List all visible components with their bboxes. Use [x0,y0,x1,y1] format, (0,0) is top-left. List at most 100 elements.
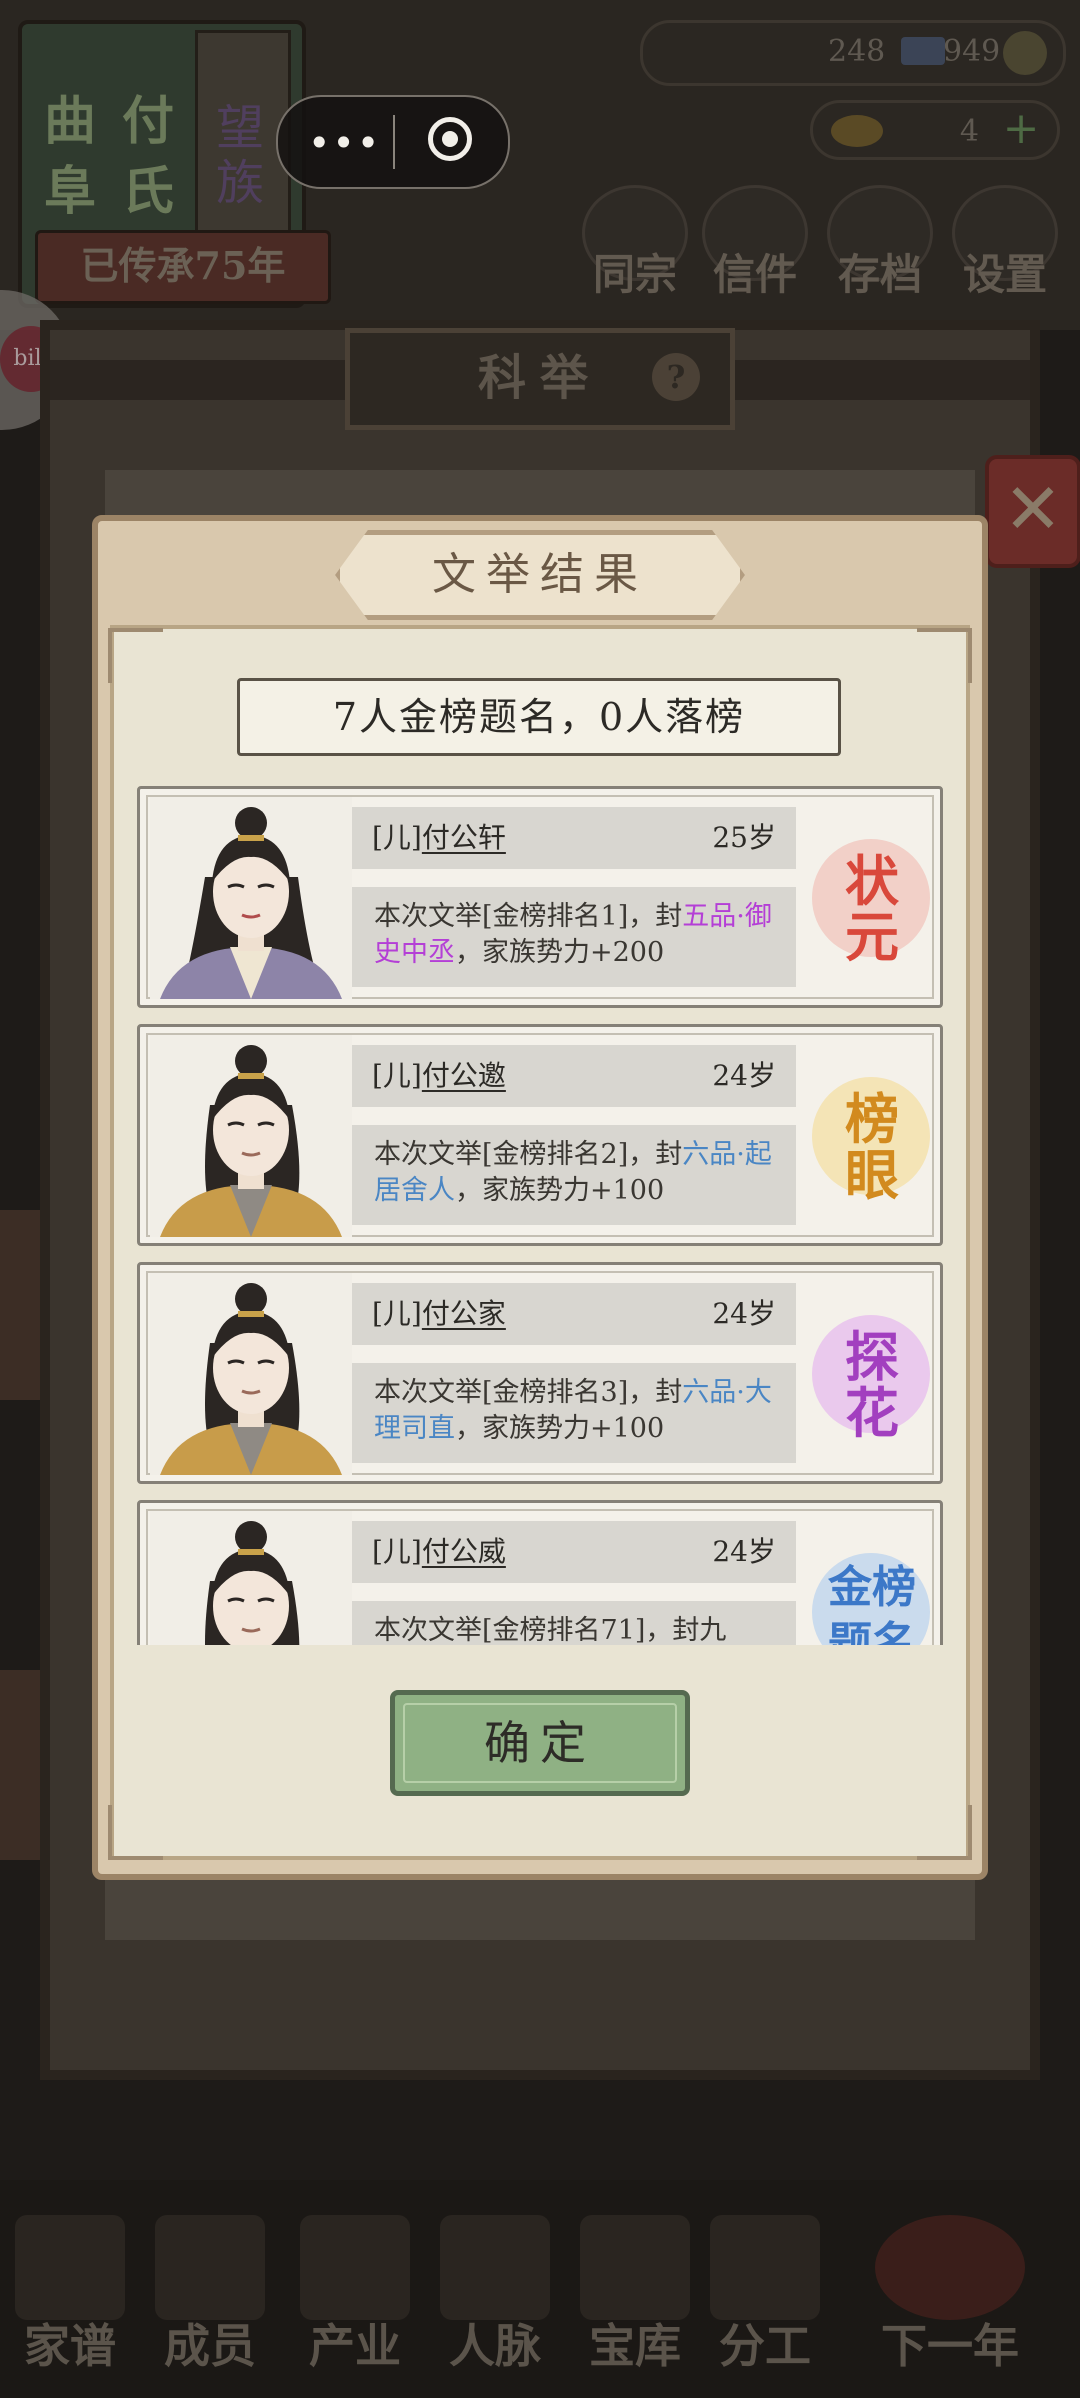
clan-char: 曲 [44,91,97,152]
member-name[interactable]: 付公轩 [422,821,506,854]
result-list[interactable]: [儿]付公轩 25岁 本次文举[金榜排名1]，封五品·御史中丞，家族势力+200 状元… [135,780,945,1645]
more-icon[interactable]: ••• [308,121,381,165]
result-card: [儿]付公威 24岁本次文举[金榜排名71]，封九 金榜题名 [137,1500,943,1645]
confirm-button[interactable]: 确定 [390,1690,690,1796]
gold-ingot-icon [831,115,883,147]
result-description: 本次文举[金榜排名71]，封九 [352,1601,796,1645]
bottom-nav-label: 宝库 [589,2319,681,2373]
relation-label: [儿] [372,821,422,854]
lantern-icon [875,2215,1025,2320]
money-count: 949 [943,34,1001,69]
member-age: 25岁 [712,821,776,854]
seal-char: 金榜 [828,1562,916,1613]
name-bar: [儿]付公轩 25岁 [352,807,796,869]
silver-icon [901,37,945,65]
result-card: [儿]付公轩 25岁本次文举[金榜排名1]，封五品·御史中丞，家族势力+200 状元 [137,786,943,1008]
bottom-nav-label: 成员 [164,2319,256,2373]
wechat-capsule: ••• [276,95,510,189]
portrait-avatar [150,1273,352,1475]
clan-char: 氏 [122,161,175,222]
treasury-icon [580,2215,690,2320]
side-tab [0,1210,40,1400]
member-name[interactable]: 付公家 [422,1297,506,1330]
relation-label: [儿] [372,1059,422,1092]
relation-label: [儿] [372,1535,422,1568]
result-card: [儿]付公邀 24岁 本次文举[金榜排名2]，封六品·起居舍人，家族势力+100 榜眼 [137,1024,943,1246]
bottom-nav-members[interactable]: 成员 [145,2215,275,2375]
nav-label: 信件 [712,250,797,299]
result-summary: 7人金榜题名，0人落榜 [237,678,841,756]
nav-label: 设置 [962,250,1047,299]
result-text: ，家族势力+200 [455,937,665,968]
name-bar: [儿]付公邀 24岁 [352,1045,796,1107]
inherit-years-label: 已传承75年 [35,230,331,304]
member-age: 24岁 [712,1535,776,1568]
nav-clan[interactable]: 同宗 [580,185,690,299]
result-card: [儿]付公家 24岁本次文举[金榜排名3]，封六品·大理司直，家族势力+100 探花 [137,1262,943,1484]
bottom-nav-connections[interactable]: 人脉 [430,2215,560,2375]
bottom-nav-property[interactable]: 产业 [290,2215,420,2375]
seal-char: 元 [845,905,899,969]
nav-letters[interactable]: 信件 [700,185,810,299]
genealogy-icon [15,2215,125,2320]
add-gold-icon[interactable]: + [999,107,1043,153]
result-text: 本次文举[金榜排名1]，封 [374,901,683,932]
modal-title: 文举结果 [432,549,648,600]
bottom-nav-label: 产业 [309,2319,401,2373]
bottom-nav-label: 下一年 [881,2319,1019,2373]
rank-seal: 榜眼 [808,1069,936,1209]
portrait-avatar [150,797,352,999]
gold-count: 4 [959,114,979,149]
close-icon[interactable]: ✕ [985,455,1080,568]
corner-ornament [917,628,972,683]
relation-label: [儿] [372,1297,422,1330]
close-miniprogram-icon[interactable] [428,117,472,161]
currency-bar: 248 949 [640,20,1066,86]
page-title-text: 科举 [477,350,602,406]
bottom-nav-assignments[interactable]: 分工 [700,2215,830,2375]
coin-count: 248 [828,34,886,69]
result-text: ，家族势力+100 [455,1413,665,1444]
corner-ornament [108,1805,163,1860]
property-icon [300,2215,410,2320]
nav-label: 存档 [837,250,922,299]
result-description: 本次文举[金榜排名3]，封六品·大理司直，家族势力+100 [352,1363,796,1463]
portrait-avatar [150,1511,352,1645]
nav-settings[interactable]: 设置 [950,185,1060,299]
result-text: 本次文举[金榜排名2]，封 [374,1139,683,1170]
clan-char: 付 [122,91,175,152]
corner-ornament [108,628,163,683]
member-age: 24岁 [712,1297,776,1330]
bottom-nav-label: 家谱 [24,2319,116,2373]
member-name[interactable]: 付公邀 [422,1059,506,1092]
nav-save[interactable]: 存档 [825,185,935,299]
rank-seal: 探花 [808,1307,936,1447]
member-icon [155,2215,265,2320]
bottom-nav-label: 人脉 [449,2319,541,2373]
bottom-nav-genealogy[interactable]: 家谱 [5,2215,135,2375]
member-age: 24岁 [712,1059,776,1092]
clan-rank-char: 族 [216,155,265,211]
seal-char: 眼 [845,1143,899,1207]
bottom-nav-next-year[interactable]: 下一年 [855,2215,1045,2375]
name-bar: [儿]付公家 24岁 [352,1283,796,1345]
result-text: 本次文举[金榜排名71]，封九 [374,1615,727,1645]
seal-char: 题名 [828,1618,916,1645]
member-name[interactable]: 付公威 [422,1535,506,1568]
clan-char: 阜 [44,161,97,222]
assignment-icon [710,2215,820,2320]
corner-ornament [917,1805,972,1860]
side-tab [0,1670,40,1860]
nav-label: 同宗 [592,250,677,299]
capsule-divider [393,115,395,169]
result-text: ，家族势力+100 [455,1175,665,1206]
portrait-avatar [150,1035,352,1237]
coin-icon [1003,31,1047,75]
name-bar: [儿]付公威 24岁 [352,1521,796,1583]
result-description: 本次文举[金榜排名1]，封五品·御史中丞，家族势力+200 [352,887,796,987]
rank-seal: 状元 [808,831,936,971]
help-icon[interactable]: ? [652,353,700,401]
bottom-nav-treasury[interactable]: 宝库 [570,2215,700,2375]
page-title: 科举 ? [345,328,735,430]
seal-char: 花 [845,1381,899,1445]
